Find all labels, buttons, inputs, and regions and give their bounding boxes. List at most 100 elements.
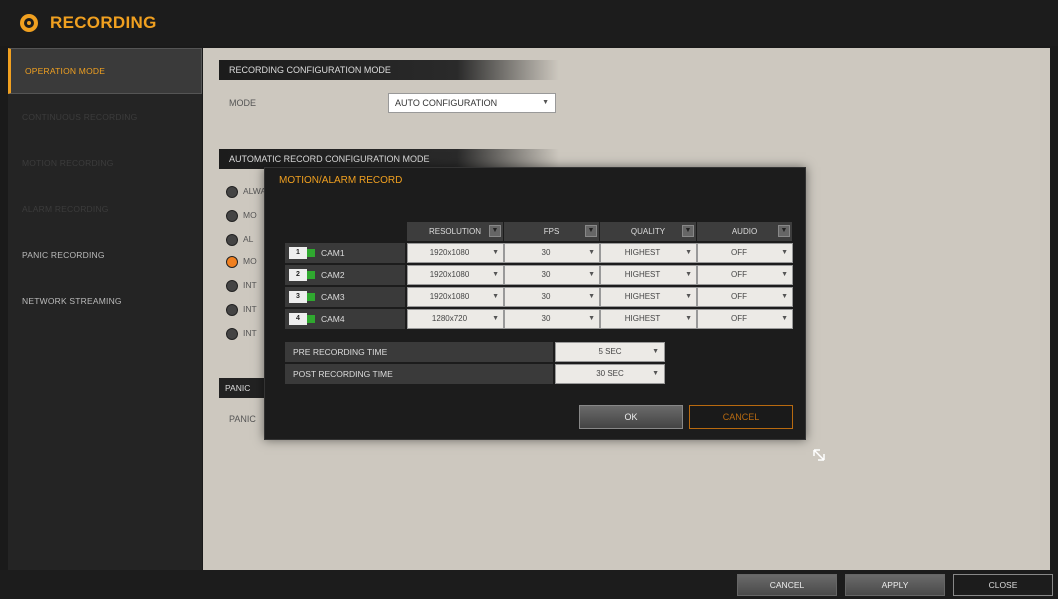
bottom-bar: CANCEL APPLY CLOSE bbox=[0, 570, 1058, 599]
sidebar-item-label: OPERATION MODE bbox=[25, 66, 106, 76]
mode-label: MODE bbox=[229, 98, 256, 108]
chevron-down-icon: ▼ bbox=[685, 249, 692, 256]
title-bar: RECORDING bbox=[0, 0, 1058, 46]
quality-select[interactable]: HIGHEST ▼ bbox=[600, 243, 697, 263]
chevron-down-icon: ▼ bbox=[492, 271, 499, 278]
sidebar-item-label: ALARM RECORDING bbox=[22, 204, 109, 214]
sidebar-item-label: NETWORK STREAMING bbox=[22, 296, 122, 306]
fps-select[interactable]: 30 ▼ bbox=[504, 265, 600, 285]
quality-select[interactable]: HIGHEST ▼ bbox=[600, 265, 697, 285]
quality-select[interactable]: HIGHEST ▼ bbox=[600, 309, 697, 329]
resolution-select[interactable]: 1280x720 ▼ bbox=[407, 309, 504, 329]
chevron-down-icon: ▼ bbox=[685, 315, 692, 322]
mode-select[interactable]: AUTO CONFIGURATION ▼ bbox=[388, 93, 556, 113]
fps-value: 30 bbox=[541, 292, 551, 301]
audio-select[interactable]: OFF ▼ bbox=[697, 287, 793, 307]
cancel-button[interactable]: CANCEL bbox=[737, 574, 837, 596]
audio-select[interactable]: OFF ▼ bbox=[697, 309, 793, 329]
fps-select[interactable]: 30 ▼ bbox=[504, 287, 600, 307]
fps-value: 30 bbox=[541, 314, 551, 323]
resolution-value: 1920x1080 bbox=[429, 270, 470, 279]
column-header-quality[interactable]: QUALITY ▼ bbox=[600, 222, 697, 241]
sidebar: OPERATION MODE CONTINUOUS RECORDING MOTI… bbox=[8, 48, 202, 570]
radio-option-label: INT bbox=[243, 280, 257, 290]
resolution-select[interactable]: 1920x1080 ▼ bbox=[407, 287, 504, 307]
pre-recording-time-value: 5 SEC bbox=[598, 347, 622, 356]
quality-value: HIGHEST bbox=[624, 248, 661, 257]
dialog-cancel-button[interactable]: CANCEL bbox=[689, 405, 793, 429]
sidebar-item-operation-mode[interactable]: OPERATION MODE bbox=[8, 48, 202, 94]
chevron-down-icon: ▼ bbox=[781, 315, 788, 322]
chevron-down-icon[interactable]: ▼ bbox=[778, 225, 790, 237]
chevron-down-icon: ▼ bbox=[652, 348, 659, 355]
recording-config-mode-header: RECORDING CONFIGURATION MODE bbox=[219, 60, 559, 80]
mode-select-value: AUTO CONFIGURATION bbox=[395, 98, 498, 108]
sidebar-item-label: PANIC RECORDING bbox=[22, 250, 105, 260]
mouse-pointer-icon bbox=[813, 449, 825, 461]
camera-icon: 1 bbox=[289, 247, 315, 259]
sidebar-item-label: MOTION RECORDING bbox=[22, 158, 114, 168]
camera-name-label: CAM4 bbox=[321, 314, 345, 324]
column-header-label: RESOLUTION bbox=[428, 227, 481, 236]
camera-name-label: CAM3 bbox=[321, 292, 345, 302]
radio-option-7[interactable] bbox=[226, 328, 238, 340]
chevron-down-icon: ▼ bbox=[588, 271, 595, 278]
column-header-fps[interactable]: FPS ▼ bbox=[504, 222, 600, 241]
chevron-down-icon[interactable]: ▼ bbox=[585, 225, 597, 237]
chevron-down-icon: ▼ bbox=[685, 293, 692, 300]
audio-select[interactable]: OFF ▼ bbox=[697, 265, 793, 285]
column-header-resolution[interactable]: RESOLUTION ▼ bbox=[407, 222, 504, 241]
audio-value: OFF bbox=[731, 314, 747, 323]
dialog-title: MOTION/ALARM RECORD bbox=[279, 175, 403, 186]
panic-header: PANIC bbox=[219, 378, 269, 398]
chevron-down-icon[interactable]: ▼ bbox=[682, 225, 694, 237]
quality-value: HIGHEST bbox=[624, 270, 661, 279]
radio-option-2[interactable] bbox=[226, 210, 238, 222]
pre-recording-time-label: PRE RECORDING TIME bbox=[285, 342, 553, 362]
motion-alarm-record-dialog: MOTION/ALARM RECORD RESOLUTION ▼ FPS ▼ Q… bbox=[264, 167, 806, 440]
fps-select[interactable]: 30 ▼ bbox=[504, 243, 600, 263]
column-header-audio[interactable]: AUDIO ▼ bbox=[697, 222, 793, 241]
chevron-down-icon: ▼ bbox=[781, 249, 788, 256]
column-header-label: AUDIO bbox=[731, 227, 758, 236]
chevron-down-icon: ▼ bbox=[781, 293, 788, 300]
audio-select[interactable]: OFF ▼ bbox=[697, 243, 793, 263]
sidebar-item-label: CONTINUOUS RECORDING bbox=[22, 112, 138, 122]
chevron-down-icon: ▼ bbox=[492, 249, 499, 256]
table-row: 1 CAM1 1920x1080 ▼ 30 ▼ HIGHEST ▼ OFF ▼ bbox=[285, 243, 793, 263]
audio-value: OFF bbox=[731, 270, 747, 279]
post-recording-time-label: POST RECORDING TIME bbox=[285, 364, 553, 384]
close-button[interactable]: CLOSE bbox=[953, 574, 1053, 596]
camera-icon: 2 bbox=[289, 269, 315, 281]
post-recording-time-row: POST RECORDING TIME 30 SEC ▼ bbox=[285, 364, 665, 384]
camera-name-label: CAM1 bbox=[321, 248, 345, 258]
column-header-label: FPS bbox=[543, 227, 560, 236]
resolution-select[interactable]: 1920x1080 ▼ bbox=[407, 243, 504, 263]
radio-option-label: AL bbox=[243, 234, 254, 244]
radio-option-6[interactable] bbox=[226, 304, 238, 316]
apply-button[interactable]: APPLY bbox=[845, 574, 945, 596]
resolution-value: 1920x1080 bbox=[429, 248, 470, 257]
post-recording-time-value: 30 SEC bbox=[596, 369, 624, 378]
radio-option-5[interactable] bbox=[226, 280, 238, 292]
radio-option-4[interactable] bbox=[226, 256, 238, 268]
chevron-down-icon[interactable]: ▼ bbox=[489, 225, 501, 237]
radio-option-1[interactable] bbox=[226, 186, 238, 198]
camera-name: 4 CAM4 bbox=[285, 309, 405, 329]
post-recording-time-select[interactable]: 30 SEC ▼ bbox=[555, 364, 665, 384]
fps-value: 30 bbox=[541, 270, 551, 279]
pre-recording-time-select[interactable]: 5 SEC ▼ bbox=[555, 342, 665, 362]
resolution-select[interactable]: 1920x1080 ▼ bbox=[407, 265, 504, 285]
panic-label: PANIC bbox=[229, 414, 256, 424]
fps-select[interactable]: 30 ▼ bbox=[504, 309, 600, 329]
sidebar-item-network-streaming[interactable]: NETWORK STREAMING bbox=[8, 278, 202, 324]
sidebar-item-panic-recording[interactable]: PANIC RECORDING bbox=[8, 232, 202, 278]
audio-value: OFF bbox=[731, 248, 747, 257]
sidebar-item-alarm-recording: ALARM RECORDING bbox=[8, 186, 202, 232]
chevron-down-icon: ▼ bbox=[588, 315, 595, 322]
quality-select[interactable]: HIGHEST ▼ bbox=[600, 287, 697, 307]
radio-option-label: MO bbox=[243, 210, 257, 220]
dialog-ok-button[interactable]: OK bbox=[579, 405, 683, 429]
radio-option-3[interactable] bbox=[226, 234, 238, 246]
recording-reel-icon bbox=[20, 14, 38, 32]
